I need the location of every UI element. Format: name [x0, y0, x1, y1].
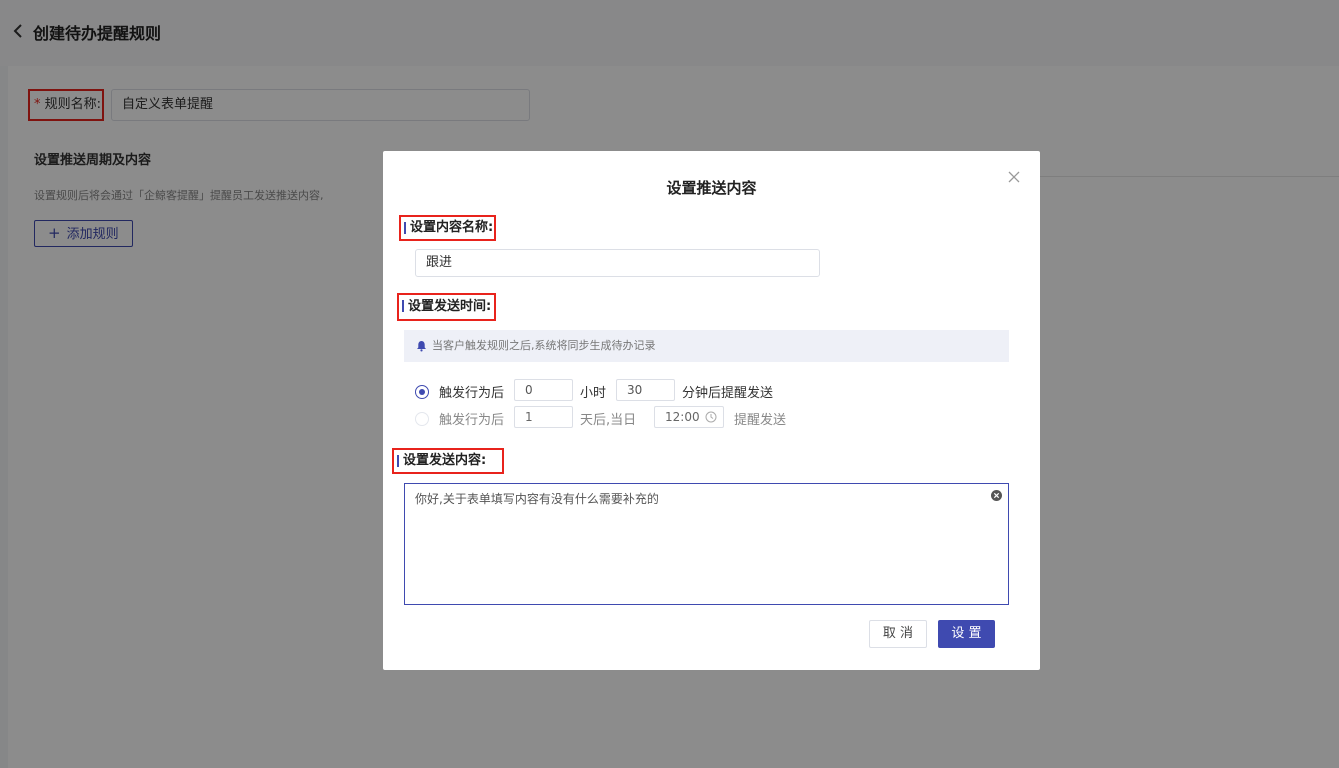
bell-icon: [417, 341, 426, 352]
notice-banner: 当客户触发规则之后,系统将同步生成待办记录: [404, 330, 1009, 362]
send-time-label-text: 设置发送时间:: [408, 299, 492, 314]
radio-after-minutes[interactable]: [415, 385, 429, 399]
option1-suffix: 分钟后提醒发送: [682, 386, 774, 401]
notice-text: 当客户触发规则之后,系统将同步生成待办记录: [432, 339, 656, 352]
days-unit: 天后,当日: [580, 413, 637, 428]
option1-prefix: 触发行为后: [439, 386, 505, 401]
hours-input[interactable]: 0: [514, 379, 573, 401]
confirm-button[interactable]: 设 置: [938, 620, 995, 648]
clear-icon[interactable]: [991, 490, 1002, 501]
radio-after-days[interactable]: [415, 412, 429, 426]
time-value: 12:00: [665, 410, 700, 424]
time-picker[interactable]: 12:00: [654, 406, 724, 428]
days-input[interactable]: 1: [514, 406, 573, 428]
dialog-title: 设置推送内容: [666, 179, 757, 197]
content-name-input[interactable]: 跟进: [415, 249, 820, 277]
send-content-textarea[interactable]: 你好,关于表单填写内容有没有什么需要补充的: [404, 483, 1009, 605]
section-marker: [404, 222, 406, 234]
set-push-content-dialog: 设置推送内容 设置内容名称: 跟进 设置发送时间: 当客户触发规则之后,系统将同…: [383, 151, 1040, 670]
option2-suffix: 提醒发送: [734, 413, 787, 428]
minutes-input[interactable]: 30: [616, 379, 675, 401]
close-icon[interactable]: [1007, 170, 1021, 184]
cancel-button[interactable]: 取 消: [869, 620, 927, 648]
send-content-section-label: 设置发送内容:: [392, 448, 504, 474]
content-name-label-text: 设置内容名称:: [410, 220, 494, 235]
section-marker: [402, 300, 404, 312]
option2-prefix: 触发行为后: [439, 413, 505, 428]
clock-icon: [705, 411, 717, 423]
send-content-text: 你好,关于表单填写内容有没有什么需要补充的: [415, 492, 659, 506]
section-marker: [397, 455, 399, 467]
send-time-section-label: 设置发送时间:: [397, 293, 496, 321]
hours-unit: 小时: [580, 386, 607, 401]
content-name-section-label: 设置内容名称:: [399, 215, 496, 241]
send-content-label-text: 设置发送内容:: [403, 453, 487, 468]
